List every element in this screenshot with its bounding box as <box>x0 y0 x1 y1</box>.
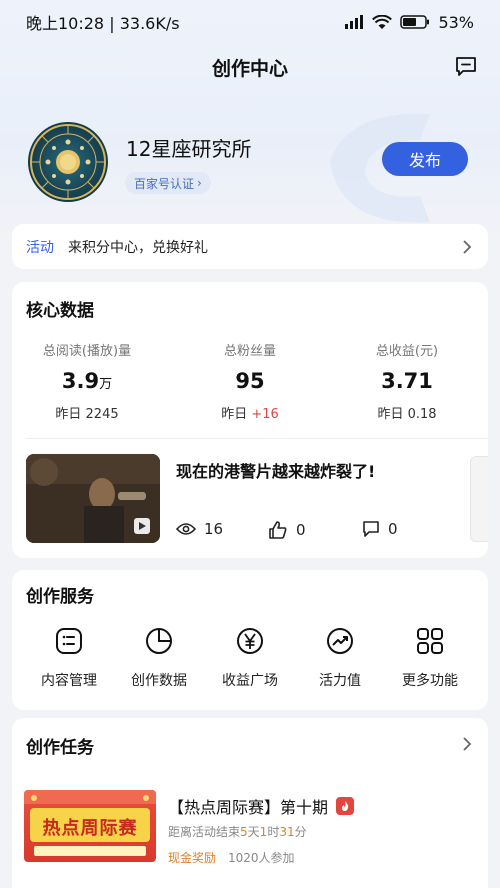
task-reward-row: 现金奖励 1020人参加 <box>168 849 295 866</box>
service-creation-data[interactable]: 创作数据 <box>114 626 204 690</box>
status-separator: | <box>109 14 120 33</box>
trend-icon <box>327 628 353 654</box>
stat-yesterday: 昨日 0.18 <box>377 407 437 422</box>
zodiac-wheel-icon <box>30 124 106 200</box>
next-article-peek[interactable] <box>470 456 488 542</box>
signal-icon <box>345 15 364 29</box>
wifi-icon <box>372 14 393 29</box>
certification-badge[interactable]: 百家号认证 › <box>125 172 211 194</box>
divider <box>26 438 488 439</box>
stat-total-income[interactable]: 总收益(元) 3.71 昨日 0.18 <box>332 340 482 422</box>
reward-label: 现金奖励 <box>168 851 217 865</box>
cert-label: 百家号认证 <box>134 176 195 191</box>
service-income-plaza[interactable]: 收益广场 <box>205 626 295 690</box>
stat-label: 总阅读(播放)量 <box>42 344 132 359</box>
service-label: 更多功能 <box>402 673 458 689</box>
chevron-right-icon <box>463 239 472 254</box>
banner-title: 热点周际赛 <box>42 818 138 839</box>
article-thumbnail[interactable] <box>26 454 160 543</box>
stat-label: 总收益(元) <box>375 344 439 359</box>
yen-icon <box>237 628 263 654</box>
creation-services-card: 创作服务 内容管理 创作数据 收益广场 活力值 更多功能 <box>12 570 488 710</box>
status-right: 53% <box>344 13 474 32</box>
service-vitality[interactable]: 活力值 <box>295 626 385 690</box>
chevron-right-icon[interactable] <box>462 737 472 751</box>
profile-name: 12星座研究所 <box>126 137 252 161</box>
message-icon[interactable] <box>454 54 478 78</box>
grid-icon <box>417 628 443 654</box>
service-label: 活力值 <box>319 673 361 689</box>
thumbs-up-icon <box>269 521 287 539</box>
activity-banner[interactable]: 活动 来积分中心，兑换好礼 <box>12 224 488 269</box>
stat-yesterday: 昨日 +16 <box>221 407 279 422</box>
activity-text: 来积分中心，兑换好礼 <box>68 239 208 256</box>
publish-button[interactable]: 发布 <box>382 142 468 176</box>
service-content-management[interactable]: 内容管理 <box>24 626 114 690</box>
hot-badge-icon <box>336 797 355 815</box>
tasks-title: 创作任务 <box>26 738 94 758</box>
chevron-right-icon: › <box>197 176 202 190</box>
battery-percent: 53% <box>438 12 474 32</box>
core-data-title: 核心数据 <box>26 301 94 321</box>
stat-value: 95 <box>235 369 265 393</box>
activity-tag: 活动 <box>26 239 54 256</box>
video-thumbnail-image <box>26 454 160 543</box>
battery-icon <box>400 15 430 29</box>
page-title: 创作中心 <box>211 57 288 80</box>
service-label: 收益广场 <box>222 673 278 689</box>
top-nav: 创作中心 <box>0 44 500 90</box>
participants-count: 1020人参加 <box>228 851 295 865</box>
list-icon <box>56 628 82 654</box>
views-count: 16 <box>204 520 224 538</box>
service-label: 创作数据 <box>131 673 187 689</box>
stat-yesterday: 昨日 2245 <box>55 407 119 422</box>
creation-tasks-card: 创作任务 热点周际赛 【热点周际赛】第十期 距离活动结束5天1时31分 现金奖励… <box>12 718 488 888</box>
article-title[interactable]: 现在的港警片越来越炸裂了! <box>176 458 375 482</box>
service-label: 内容管理 <box>41 673 97 689</box>
services-title: 创作服务 <box>26 587 94 607</box>
likes-metric: 0 <box>268 520 306 540</box>
views-metric: 16 <box>176 520 223 538</box>
task-item-title[interactable]: 【热点周际赛】第十期 <box>168 794 355 818</box>
task-countdown: 距离活动结束5天1时31分 <box>168 825 307 839</box>
service-more-functions[interactable]: 更多功能 <box>385 626 475 690</box>
status-speed: 33.6K/s <box>119 14 180 33</box>
core-data-card: 核心数据 总阅读(播放)量 3.9万 昨日 2245 总粉丝量 95 昨日 +1… <box>12 282 488 558</box>
comments-count: 0 <box>388 520 398 538</box>
eye-icon <box>176 523 196 535</box>
stat-label: 总粉丝量 <box>223 344 276 359</box>
likes-count: 0 <box>296 521 306 539</box>
status-time: 晚上10:28 <box>26 14 105 33</box>
task-banner[interactable]: 热点周际赛 <box>24 790 156 862</box>
stat-total-fans[interactable]: 总粉丝量 95 昨日 +16 <box>175 340 325 422</box>
comment-icon <box>363 521 379 537</box>
stat-total-reads[interactable]: 总阅读(播放)量 3.9万 昨日 2245 <box>12 340 162 422</box>
status-bar: 晚上10:28 | 33.6K/s 53% <box>0 0 500 44</box>
pie-chart-icon <box>146 628 172 654</box>
status-left: 晚上10:28 | 33.6K/s <box>26 10 180 34</box>
stat-value: 3.71 <box>381 369 433 393</box>
task-item-label: 【热点周际赛】第十期 <box>168 798 329 817</box>
stat-value: 3.9万 <box>61 369 113 393</box>
comments-metric: 0 <box>362 520 398 538</box>
avatar[interactable] <box>28 122 108 202</box>
